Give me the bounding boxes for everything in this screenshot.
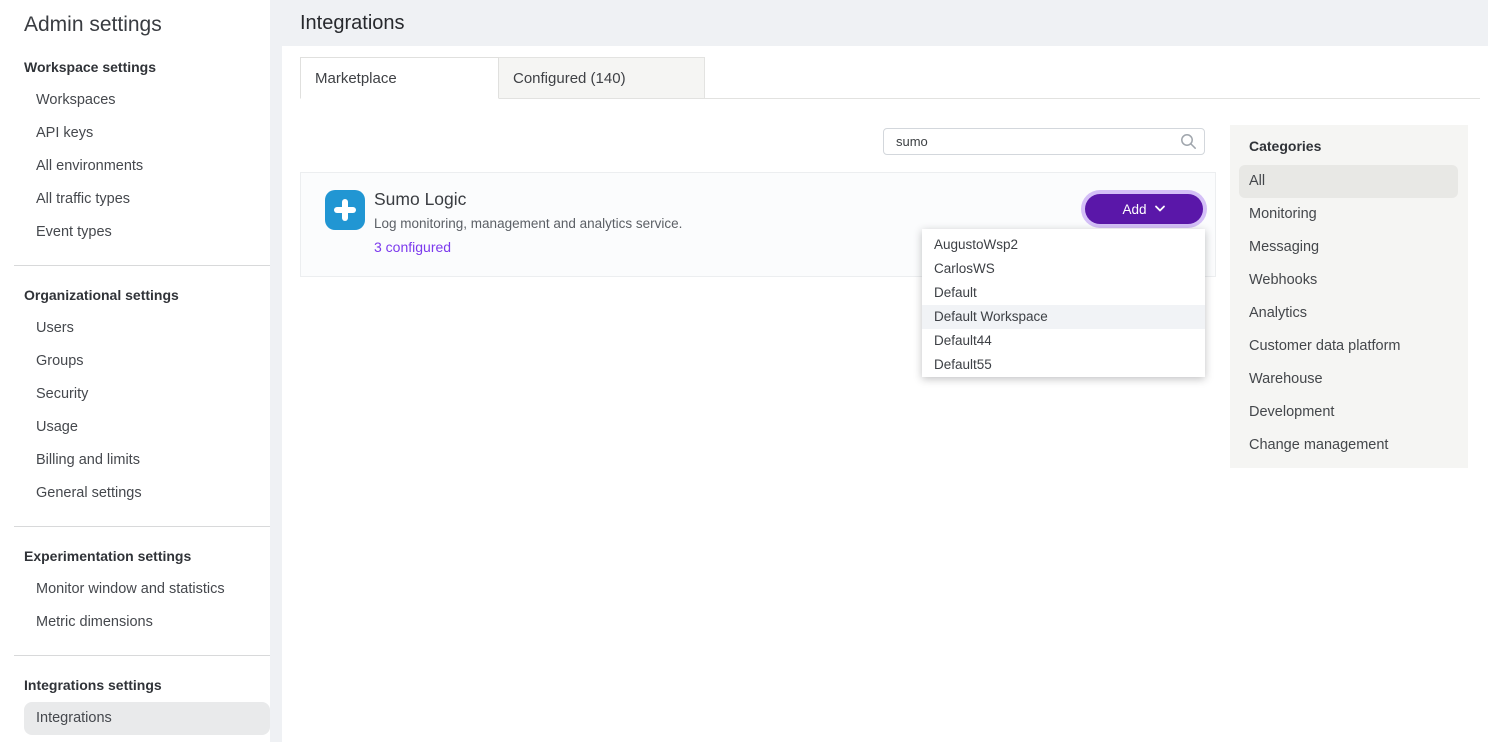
admin-settings-page: Admin settings Workspace settings Worksp… [0,0,1488,742]
categories-panel: Categories All Monitoring Messaging Webh… [1230,125,1468,468]
sidebar: Admin settings Workspace settings Worksp… [0,0,270,742]
sidebar-item-metric-dimensions[interactable]: Metric dimensions [0,606,270,639]
sidebar-item-integrations[interactable]: Integrations [24,702,270,735]
page-title: Integrations [300,12,405,35]
section-heading-organizational-settings: Organizational settings [24,286,270,304]
section-heading-experimentation-settings: Experimentation settings [24,547,270,565]
sidebar-item-monitor-window-and-statistics[interactable]: Monitor window and statistics [0,573,270,606]
add-button[interactable]: Add [1085,194,1203,224]
sidebar-item-api-keys[interactable]: API keys [0,117,270,150]
page-header: Integrations [282,0,1488,46]
category-webhooks[interactable]: Webhooks [1230,264,1468,297]
sidebar-item-usage[interactable]: Usage [0,411,270,444]
sidebar-section-experimentation: Experimentation settings Monitor window … [0,547,270,639]
sidebar-item-workspaces[interactable]: Workspaces [0,84,270,117]
sumo-logic-plus-icon [325,190,365,230]
add-button-label: Add [1122,202,1146,217]
search-icon[interactable] [1180,133,1197,150]
search-box [883,128,1205,155]
dropdown-option-augustowsp2[interactable]: AugustoWsp2 [922,233,1205,257]
sidebar-item-general-settings[interactable]: General settings [0,477,270,510]
category-all[interactable]: All [1239,165,1458,198]
sidebar-item-users[interactable]: Users [0,312,270,345]
chevron-down-icon [1154,205,1166,213]
sidebar-separator [14,526,270,527]
dropdown-option-default44[interactable]: Default44 [922,329,1205,353]
category-monitoring[interactable]: Monitoring [1230,198,1468,231]
section-heading-integrations-settings: Integrations settings [24,676,270,694]
dropdown-option-default[interactable]: Default [922,281,1205,305]
tab-bar: Marketplace Configured (140) [300,58,1480,99]
configured-count-link[interactable]: 3 configured [374,239,451,255]
sidebar-item-all-traffic-types[interactable]: All traffic types [0,183,270,216]
sidebar-title: Admin settings [24,12,270,38]
sidebar-separator [14,655,270,656]
main-content: Marketplace Configured (140) Sumo Logic … [282,46,1488,742]
category-development[interactable]: Development [1230,396,1468,429]
tab-configured[interactable]: Configured (140) [499,57,705,98]
category-customer-data-platform[interactable]: Customer data platform [1230,330,1468,363]
sidebar-item-all-environments[interactable]: All environments [0,150,270,183]
categories-heading: Categories [1249,137,1468,155]
sidebar-item-groups[interactable]: Groups [0,345,270,378]
categories-list: All Monitoring Messaging Webhooks Analyt… [1230,165,1468,462]
sidebar-item-event-types[interactable]: Event types [0,216,270,249]
sidebar-item-security[interactable]: Security [0,378,270,411]
sidebar-section-workspace: Workspace settings Workspaces API keys A… [0,58,270,249]
integration-description: Log monitoring, management and analytics… [374,216,682,231]
search-input[interactable] [883,128,1205,155]
tab-marketplace[interactable]: Marketplace [300,57,499,99]
sidebar-section-integrations: Integrations settings Integrations [0,676,270,735]
category-change-management[interactable]: Change management [1230,429,1468,462]
dropdown-option-carlosws[interactable]: CarlosWS [922,257,1205,281]
category-messaging[interactable]: Messaging [1230,231,1468,264]
category-warehouse[interactable]: Warehouse [1230,363,1468,396]
sidebar-section-organizational: Organizational settings Users Groups Sec… [0,286,270,510]
category-analytics[interactable]: Analytics [1230,297,1468,330]
dropdown-option-default-workspace[interactable]: Default Workspace [922,305,1205,329]
section-heading-workspace-settings: Workspace settings [24,58,270,76]
workspace-dropdown: AugustoWsp2 CarlosWS Default Default Wor… [922,229,1205,377]
sidebar-item-billing-and-limits[interactable]: Billing and limits [0,444,270,477]
integration-title: Sumo Logic [374,189,466,210]
dropdown-option-default55[interactable]: Default55 [922,353,1205,377]
sidebar-separator [14,265,270,266]
